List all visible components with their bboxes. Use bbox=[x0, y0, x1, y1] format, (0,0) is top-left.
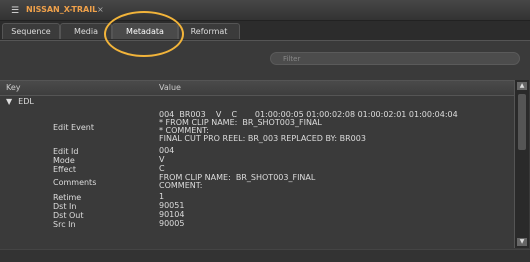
close-icon[interactable]: × bbox=[97, 5, 104, 14]
row-key: Src In bbox=[53, 220, 76, 229]
row-key: Comments bbox=[53, 178, 97, 187]
filter-input[interactable]: Filter bbox=[270, 52, 520, 65]
highlight-circle-annotation bbox=[104, 11, 184, 57]
row-key: Edit Id bbox=[53, 147, 79, 156]
filter-bar: Filter bbox=[0, 42, 530, 70]
window-title: NISSAN_X-TRAIL bbox=[26, 5, 98, 14]
table-row[interactable]: Comments FROM CLIP NAME: BR_SHOT003_FINA… bbox=[0, 174, 514, 194]
tab-sequence[interactable]: Sequence bbox=[2, 23, 60, 39]
tab-reformat[interactable]: Reformat bbox=[178, 23, 240, 39]
tab-bar: Sequence Media Metadata Reformat bbox=[0, 21, 530, 41]
bottom-bar bbox=[0, 249, 530, 262]
scrollbar-thumb[interactable] bbox=[518, 94, 526, 150]
row-key: Mode bbox=[53, 156, 75, 165]
row-key: Retime bbox=[53, 193, 82, 202]
row-value: C bbox=[159, 164, 165, 173]
row-key: Edit Event bbox=[53, 123, 94, 132]
table-row[interactable]: Src In 90005 bbox=[0, 220, 514, 230]
row-value: 90051 bbox=[159, 201, 185, 210]
row-value: 1 bbox=[159, 192, 165, 201]
row-value: FROM CLIP NAME: BR_SHOT003_FINAL COMMENT… bbox=[159, 173, 316, 190]
column-header-key[interactable]: Key bbox=[6, 83, 21, 92]
menu-icon[interactable]: ☰ bbox=[11, 6, 19, 16]
row-value: 90005 bbox=[159, 219, 185, 228]
scroll-down-arrow-icon[interactable]: ▼ bbox=[517, 238, 527, 246]
row-value: 004 bbox=[159, 146, 175, 155]
table-header: Key Value bbox=[0, 80, 514, 96]
table-group-row[interactable]: ▼ EDL bbox=[0, 97, 514, 107]
row-key: Dst In bbox=[53, 202, 77, 211]
row-value: 90104 bbox=[159, 210, 185, 219]
table-row[interactable]: Edit Event 004 BR003 V C 01:00:00:05 01:… bbox=[0, 109, 514, 145]
scroll-up-arrow-icon[interactable]: ▲ bbox=[517, 82, 527, 90]
row-key: Dst Out bbox=[53, 211, 84, 220]
window-titlebar: ☰ NISSAN_X-TRAIL × bbox=[0, 0, 530, 21]
row-key: Effect bbox=[53, 165, 77, 174]
row-value: 004 BR003 V C 01:00:00:05 01:00:02:08 01… bbox=[159, 110, 458, 143]
metadata-table: ▼ EDL Edit Event 004 BR003 V C 01:00:00:0… bbox=[0, 95, 514, 248]
expand-triangle-icon[interactable]: ▼ bbox=[6, 97, 12, 106]
vertical-scrollbar[interactable]: ▲ ▼ bbox=[514, 80, 529, 248]
group-label: EDL bbox=[18, 97, 34, 106]
row-value: V bbox=[159, 155, 165, 164]
column-header-value[interactable]: Value bbox=[159, 83, 181, 92]
